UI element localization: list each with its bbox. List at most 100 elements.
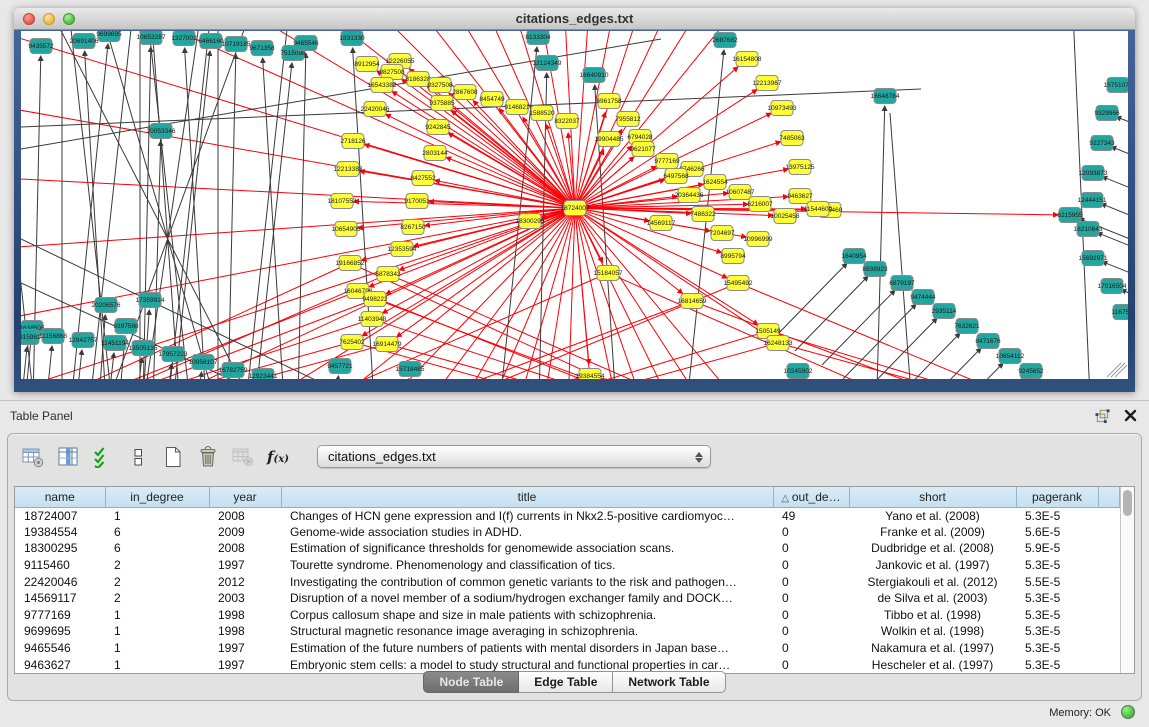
table-cell[interactable]: 5.3E-5 bbox=[1016, 557, 1098, 574]
table-row[interactable]: 977716911998Corpus callosum shape and si… bbox=[15, 607, 1120, 624]
graph-edge[interactable] bbox=[890, 113, 913, 379]
table-cell[interactable]: 2 bbox=[105, 573, 209, 590]
table-cell[interactable]: 0 bbox=[773, 623, 849, 640]
graph-edge[interactable] bbox=[44, 346, 52, 379]
table-cell[interactable]: 0 bbox=[773, 573, 849, 590]
close-window-button[interactable] bbox=[23, 13, 35, 25]
table-cell[interactable]: Investigating the contribution of common… bbox=[281, 573, 773, 590]
table-cell[interactable]: 0 bbox=[773, 590, 849, 607]
graph-edge[interactable] bbox=[1102, 177, 1128, 197]
graph-edge[interactable] bbox=[575, 112, 605, 208]
table-cell[interactable]: 6 bbox=[105, 540, 209, 557]
graph-edge[interactable] bbox=[21, 39, 661, 149]
table-cell[interactable]: 5.3E-5 bbox=[1016, 640, 1098, 657]
table-cell[interactable]: 2008 bbox=[209, 507, 281, 524]
table-cell[interactable]: Estimation of the future numbers of pati… bbox=[281, 640, 773, 657]
column-header-pagerank[interactable]: pagerank bbox=[1016, 487, 1098, 507]
graph-edge[interactable] bbox=[71, 44, 108, 379]
network-graph[interactable]: 1872400789129541222605598275081654338281… bbox=[21, 31, 1128, 379]
table-cell[interactable]: Dudbridge et al. (2008) bbox=[849, 540, 1016, 557]
canvas-resize-grip[interactable] bbox=[1111, 363, 1125, 377]
table-cell[interactable]: 1998 bbox=[209, 607, 281, 624]
table-row[interactable]: 1938455462009Genome-wide association stu… bbox=[15, 524, 1120, 541]
table-scrollbar[interactable] bbox=[1120, 487, 1134, 673]
table-cell[interactable]: 2012 bbox=[209, 573, 281, 590]
function-builder-button[interactable]: f(x) bbox=[266, 445, 290, 469]
graph-edge[interactable] bbox=[908, 348, 981, 379]
table-cell[interactable]: 2003 bbox=[209, 590, 281, 607]
table-cell[interactable]: 9777169 bbox=[15, 607, 105, 624]
table-cell[interactable]: 1 bbox=[105, 623, 209, 640]
table-cell[interactable]: 1997 bbox=[209, 557, 281, 574]
graph-edge[interactable] bbox=[887, 333, 960, 379]
minimize-window-button[interactable] bbox=[43, 13, 55, 25]
table-row[interactable]: 1830029562008Estimation of significance … bbox=[15, 540, 1120, 557]
table-row[interactable]: 969969511998Structural magnetic resonanc… bbox=[15, 623, 1120, 640]
new-table-button[interactable] bbox=[161, 445, 185, 469]
graph-edge[interactable] bbox=[353, 48, 374, 379]
column-header-name[interactable]: name bbox=[15, 487, 105, 507]
table-cell[interactable]: Genome-wide association studies in ADHD. bbox=[281, 524, 773, 541]
table-cell[interactable]: 14569117 bbox=[15, 590, 105, 607]
table-cell[interactable]: Nakamura et al. (1997) bbox=[849, 640, 1016, 657]
tab-network-table[interactable]: Network Table bbox=[613, 671, 725, 693]
table-cell[interactable]: de Silva et al. (2003) bbox=[849, 590, 1016, 607]
graph-edge[interactable] bbox=[1097, 233, 1128, 253]
table-cell[interactable]: 0 bbox=[773, 540, 849, 557]
table-cell[interactable]: 1997 bbox=[209, 640, 281, 657]
table-cell[interactable]: 2 bbox=[105, 590, 209, 607]
graph-edge[interactable] bbox=[1101, 204, 1128, 224]
table-cell[interactable]: 18724007 bbox=[15, 507, 105, 524]
table-cell[interactable]: 5.3E-5 bbox=[1016, 607, 1098, 624]
table-cell[interactable]: 0 bbox=[773, 640, 849, 657]
table-cell[interactable]: 5.5E-5 bbox=[1016, 573, 1098, 590]
table-cell[interactable]: 5.3E-5 bbox=[1016, 623, 1098, 640]
memory-status-indicator[interactable] bbox=[1121, 705, 1135, 719]
table-cell[interactable]: Stergiakouli et al. (2012) bbox=[849, 573, 1016, 590]
table-row[interactable]: 911546021997Tourette syndrome. Phenomeno… bbox=[15, 557, 1120, 574]
graph-edge[interactable] bbox=[143, 47, 151, 379]
table-cell[interactable]: Estimation of significance thresholds fo… bbox=[281, 540, 773, 557]
table-row[interactable]: 2242004622012Investigating the contribut… bbox=[15, 573, 1120, 590]
window-titlebar[interactable]: citations_edges.txt bbox=[14, 8, 1135, 30]
graph-edge[interactable] bbox=[778, 343, 1128, 379]
graph-edge[interactable] bbox=[1116, 117, 1128, 137]
table-cell[interactable]: 22420046 bbox=[15, 573, 105, 590]
table-cell[interactable]: 9465546 bbox=[15, 640, 105, 657]
graph-edge[interactable] bbox=[21, 347, 27, 379]
table-cell[interactable]: Corpus callosum shape and size in male p… bbox=[281, 607, 773, 624]
table-cell[interactable]: Tibbo et al. (1998) bbox=[849, 607, 1016, 624]
table-row[interactable]: 1872400712008Changes of HCN gene express… bbox=[15, 507, 1120, 524]
graph-edge[interactable] bbox=[1111, 147, 1128, 167]
graph-edge[interactable] bbox=[372, 208, 575, 379]
table-cell[interactable]: 5.6E-5 bbox=[1016, 524, 1098, 541]
table-mode-button[interactable] bbox=[21, 445, 45, 469]
table-cell[interactable]: Wolkin et al. (1998) bbox=[849, 623, 1016, 640]
table-cell[interactable]: 6 bbox=[105, 524, 209, 541]
table-cell[interactable]: 1 bbox=[105, 607, 209, 624]
table-row[interactable]: 1456911722003Disruption of a novel membe… bbox=[15, 590, 1120, 607]
table-cell[interactable]: 0 bbox=[773, 607, 849, 624]
table-cell[interactable]: 1 bbox=[105, 640, 209, 657]
graph-edge[interactable] bbox=[822, 290, 895, 365]
table-cell[interactable]: 0 bbox=[773, 557, 849, 574]
graph-edge[interactable] bbox=[85, 51, 106, 379]
canvas-resize-grip[interactable] bbox=[1107, 363, 1121, 377]
deselect-all-button[interactable] bbox=[126, 445, 150, 469]
table-cell[interactable]: 1 bbox=[105, 507, 209, 524]
table-scrollbar-thumb[interactable] bbox=[1123, 490, 1132, 516]
table-cell[interactable]: Tourette syndrome. Phenomenology and cla… bbox=[281, 557, 773, 574]
zoom-window-button[interactable] bbox=[63, 13, 75, 25]
table-cell[interactable]: 9115460 bbox=[15, 557, 105, 574]
table-cell[interactable]: 5.3E-5 bbox=[1016, 507, 1098, 524]
table-cell[interactable]: 5.9E-5 bbox=[1016, 540, 1098, 557]
graph-edge[interactable] bbox=[774, 263, 847, 338]
graph-edge[interactable] bbox=[575, 31, 823, 208]
table-cell[interactable]: Jankovic et al. (1997) bbox=[849, 557, 1016, 574]
table-cell[interactable]: 0 bbox=[773, 524, 849, 541]
column-header-title[interactable]: title bbox=[281, 487, 773, 507]
graph-edge[interactable] bbox=[46, 31, 575, 208]
table-cell[interactable]: 9699695 bbox=[15, 623, 105, 640]
tab-edge-table[interactable]: Edge Table bbox=[519, 671, 613, 693]
table-cell[interactable]: 19384554 bbox=[15, 524, 105, 541]
